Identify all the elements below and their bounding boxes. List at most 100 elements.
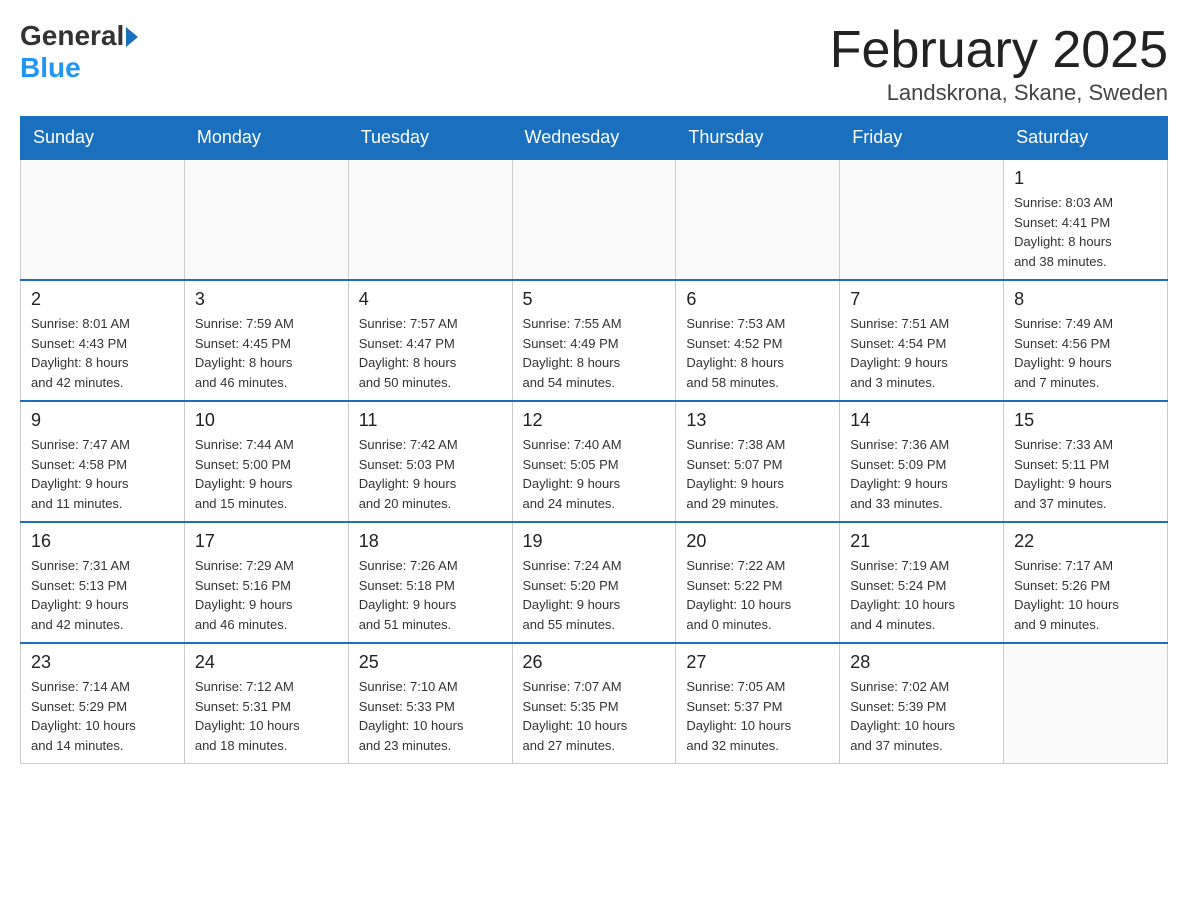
day-info: Sunrise: 7:22 AM Sunset: 5:22 PM Dayligh…	[686, 558, 791, 632]
day-cell: 18Sunrise: 7:26 AM Sunset: 5:18 PM Dayli…	[348, 522, 512, 643]
title-section: February 2025 Landskrona, Skane, Sweden	[830, 20, 1168, 106]
col-header-sunday: Sunday	[21, 117, 185, 160]
week-row-2: 2Sunrise: 8:01 AM Sunset: 4:43 PM Daylig…	[21, 280, 1168, 401]
day-info: Sunrise: 7:24 AM Sunset: 5:20 PM Dayligh…	[523, 558, 622, 632]
day-cell	[676, 159, 840, 280]
col-header-saturday: Saturday	[1004, 117, 1168, 160]
day-info: Sunrise: 7:55 AM Sunset: 4:49 PM Dayligh…	[523, 316, 622, 390]
col-header-wednesday: Wednesday	[512, 117, 676, 160]
day-info: Sunrise: 7:14 AM Sunset: 5:29 PM Dayligh…	[31, 679, 136, 753]
day-info: Sunrise: 7:05 AM Sunset: 5:37 PM Dayligh…	[686, 679, 791, 753]
day-number: 20	[686, 531, 829, 552]
page-header: General Blue February 2025 Landskrona, S…	[20, 20, 1168, 106]
week-row-4: 16Sunrise: 7:31 AM Sunset: 5:13 PM Dayli…	[21, 522, 1168, 643]
day-info: Sunrise: 7:19 AM Sunset: 5:24 PM Dayligh…	[850, 558, 955, 632]
col-header-tuesday: Tuesday	[348, 117, 512, 160]
day-number: 5	[523, 289, 666, 310]
day-number: 23	[31, 652, 174, 673]
day-cell: 27 Sunrise: 7:05 AM Sunset: 5:37 PM Dayli…	[676, 643, 840, 764]
day-cell: 10 Sunrise: 7:44 AM Sunset: 5:00 PM Dayli…	[184, 401, 348, 522]
week-row-5: 23 Sunrise: 7:14 AM Sunset: 5:29 PM Dayli…	[21, 643, 1168, 764]
day-info: Sunrise: 8:03 AM Sunset: 4:41 PM Dayligh…	[1014, 195, 1113, 269]
day-number: 1	[1014, 168, 1157, 189]
day-number: 14	[850, 410, 993, 431]
day-info: Sunrise: 7:49 AM Sunset: 4:56 PM Dayligh…	[1014, 316, 1113, 390]
day-cell: 20 Sunrise: 7:22 AM Sunset: 5:22 PM Dayli…	[676, 522, 840, 643]
day-cell	[348, 159, 512, 280]
day-cell: 21 Sunrise: 7:19 AM Sunset: 5:24 PM Dayli…	[840, 522, 1004, 643]
day-cell: 9 Sunrise: 7:47 AM Sunset: 4:58 PM Daylig…	[21, 401, 185, 522]
day-info: Sunrise: 7:29 AM Sunset: 5:16 PM Dayligh…	[195, 558, 294, 632]
day-info: Sunrise: 7:53 AM Sunset: 4:52 PM Dayligh…	[686, 316, 785, 390]
logo-arrow-icon	[126, 27, 138, 47]
day-cell: 15 Sunrise: 7:33 AM Sunset: 5:11 PM Dayli…	[1004, 401, 1168, 522]
day-number: 12	[523, 410, 666, 431]
day-cell: 23 Sunrise: 7:14 AM Sunset: 5:29 PM Dayli…	[21, 643, 185, 764]
day-cell: 16Sunrise: 7:31 AM Sunset: 5:13 PM Dayli…	[21, 522, 185, 643]
day-cell	[184, 159, 348, 280]
day-info: Sunrise: 7:02 AM Sunset: 5:39 PM Dayligh…	[850, 679, 955, 753]
col-header-monday: Monday	[184, 117, 348, 160]
day-info: Sunrise: 7:51 AM Sunset: 4:54 PM Dayligh…	[850, 316, 949, 390]
day-info: Sunrise: 7:26 AM Sunset: 5:18 PM Dayligh…	[359, 558, 458, 632]
week-row-1: 1 Sunrise: 8:03 AM Sunset: 4:41 PM Daylig…	[21, 159, 1168, 280]
day-cell: 24 Sunrise: 7:12 AM Sunset: 5:31 PM Dayli…	[184, 643, 348, 764]
day-info: Sunrise: 7:12 AM Sunset: 5:31 PM Dayligh…	[195, 679, 300, 753]
day-cell: 4 Sunrise: 7:57 AM Sunset: 4:47 PM Daylig…	[348, 280, 512, 401]
day-cell: 1 Sunrise: 8:03 AM Sunset: 4:41 PM Daylig…	[1004, 159, 1168, 280]
day-cell: 5 Sunrise: 7:55 AM Sunset: 4:49 PM Daylig…	[512, 280, 676, 401]
day-cell: 13Sunrise: 7:38 AM Sunset: 5:07 PM Dayli…	[676, 401, 840, 522]
day-cell: 17 Sunrise: 7:29 AM Sunset: 5:16 PM Dayli…	[184, 522, 348, 643]
day-info: Sunrise: 7:17 AM Sunset: 5:26 PM Dayligh…	[1014, 558, 1119, 632]
day-number: 15	[1014, 410, 1157, 431]
day-cell	[512, 159, 676, 280]
day-info: Sunrise: 7:44 AM Sunset: 5:00 PM Dayligh…	[195, 437, 294, 511]
day-cell: 14Sunrise: 7:36 AM Sunset: 5:09 PM Dayli…	[840, 401, 1004, 522]
day-cell: 6Sunrise: 7:53 AM Sunset: 4:52 PM Daylig…	[676, 280, 840, 401]
day-info: Sunrise: 7:57 AM Sunset: 4:47 PM Dayligh…	[359, 316, 458, 390]
day-info: Sunrise: 7:31 AM Sunset: 5:13 PM Dayligh…	[31, 558, 130, 632]
day-number: 10	[195, 410, 338, 431]
calendar-header-row: SundayMondayTuesdayWednesdayThursdayFrid…	[21, 117, 1168, 160]
col-header-thursday: Thursday	[676, 117, 840, 160]
day-number: 19	[523, 531, 666, 552]
day-cell: 28 Sunrise: 7:02 AM Sunset: 5:39 PM Dayli…	[840, 643, 1004, 764]
day-info: Sunrise: 7:47 AM Sunset: 4:58 PM Dayligh…	[31, 437, 130, 511]
logo: General Blue	[20, 20, 138, 84]
day-info: Sunrise: 7:33 AM Sunset: 5:11 PM Dayligh…	[1014, 437, 1113, 511]
day-info: Sunrise: 7:42 AM Sunset: 5:03 PM Dayligh…	[359, 437, 458, 511]
day-number: 17	[195, 531, 338, 552]
day-cell	[840, 159, 1004, 280]
day-cell: 8 Sunrise: 7:49 AM Sunset: 4:56 PM Daylig…	[1004, 280, 1168, 401]
day-number: 22	[1014, 531, 1157, 552]
calendar-table: SundayMondayTuesdayWednesdayThursdayFrid…	[20, 116, 1168, 764]
day-number: 28	[850, 652, 993, 673]
day-info: Sunrise: 7:10 AM Sunset: 5:33 PM Dayligh…	[359, 679, 464, 753]
day-number: 11	[359, 410, 502, 431]
day-cell	[1004, 643, 1168, 764]
day-number: 7	[850, 289, 993, 310]
location: Landskrona, Skane, Sweden	[830, 80, 1168, 106]
day-cell: 26Sunrise: 7:07 AM Sunset: 5:35 PM Dayli…	[512, 643, 676, 764]
day-number: 24	[195, 652, 338, 673]
day-number: 27	[686, 652, 829, 673]
day-info: Sunrise: 7:40 AM Sunset: 5:05 PM Dayligh…	[523, 437, 622, 511]
day-cell	[21, 159, 185, 280]
day-cell: 2Sunrise: 8:01 AM Sunset: 4:43 PM Daylig…	[21, 280, 185, 401]
day-cell: 12 Sunrise: 7:40 AM Sunset: 5:05 PM Dayli…	[512, 401, 676, 522]
day-info: Sunrise: 7:59 AM Sunset: 4:45 PM Dayligh…	[195, 316, 294, 390]
day-number: 2	[31, 289, 174, 310]
logo-blue-text: Blue	[20, 52, 81, 84]
day-cell: 7 Sunrise: 7:51 AM Sunset: 4:54 PM Daylig…	[840, 280, 1004, 401]
col-header-friday: Friday	[840, 117, 1004, 160]
day-info: Sunrise: 7:07 AM Sunset: 5:35 PM Dayligh…	[523, 679, 628, 753]
day-number: 9	[31, 410, 174, 431]
day-number: 4	[359, 289, 502, 310]
day-cell: 25Sunrise: 7:10 AM Sunset: 5:33 PM Dayli…	[348, 643, 512, 764]
day-info: Sunrise: 7:38 AM Sunset: 5:07 PM Dayligh…	[686, 437, 785, 511]
logo-general-text: General	[20, 20, 124, 52]
day-cell: 11 Sunrise: 7:42 AM Sunset: 5:03 PM Dayli…	[348, 401, 512, 522]
day-number: 21	[850, 531, 993, 552]
day-cell: 22 Sunrise: 7:17 AM Sunset: 5:26 PM Dayli…	[1004, 522, 1168, 643]
day-number: 8	[1014, 289, 1157, 310]
